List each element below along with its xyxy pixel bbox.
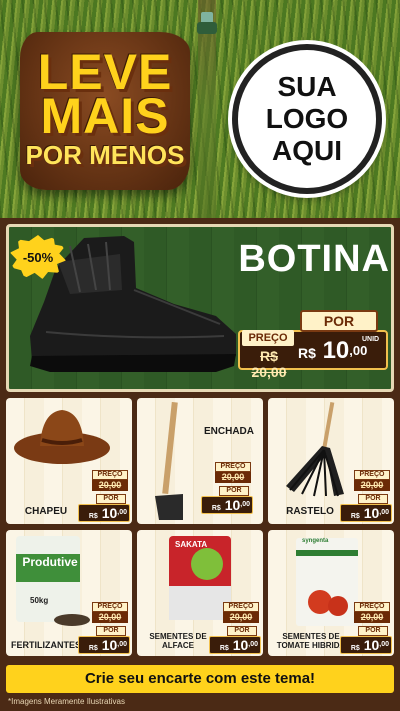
preco-label: PREÇO [223, 602, 259, 612]
cta-banner[interactable]: Crie seu encarte com este tema! [6, 665, 394, 693]
currency: R$ [88, 645, 98, 652]
product-price: PREÇO 20,00 POR R$ 10,00 [340, 470, 392, 522]
new-price: R$ 10,00 [201, 496, 253, 514]
old-price: 20,00 [92, 480, 128, 491]
featured-por-label: POR [300, 310, 378, 332]
currency: R$ [219, 645, 229, 652]
featured-price-cents: ,00 [349, 343, 368, 358]
por-label: POR [358, 494, 388, 504]
preco-label: PREÇO [354, 470, 390, 480]
new-price: R$ 10,00 [340, 636, 392, 654]
product-card-rastelo: RASTELO PREÇO 20,00 POR R$ 10,00 [268, 398, 394, 524]
price-cents: ,00 [240, 501, 250, 508]
por-label: POR [96, 626, 126, 636]
product-price: PREÇO 20,00 POR R$ 10,00 [209, 602, 261, 654]
promo-line-por-menos: POR MENOS [25, 140, 185, 170]
product-card-enchada: ENCHADA PREÇO 20,00 POR R$ 10,00 [137, 398, 263, 524]
por-label: POR [227, 626, 257, 636]
product-price: PREÇO 20,00 POR R$ 10,00 [78, 602, 130, 654]
price-cents: ,00 [117, 641, 127, 648]
disclaimer-text: *Imagens Meramente Ilustrativas [8, 697, 125, 706]
preco-label: PREÇO [92, 602, 128, 612]
product-name: ENCHADA [204, 426, 254, 437]
preco-label: PREÇO [92, 470, 128, 480]
currency: R$ [350, 513, 360, 520]
product-name: RASTELO [286, 506, 334, 517]
new-price: R$ 10,00 [78, 636, 130, 654]
new-price: R$ 10,00 [78, 504, 130, 522]
product-card-sementes-tomate: syngenta SEMENTES DE TOMATE HIBRIDA PREÇ… [268, 530, 394, 656]
old-price: 20,00 [354, 612, 390, 623]
new-price: R$ 10,00 [209, 636, 261, 654]
price-int: 10 [363, 637, 380, 653]
hoe-image [155, 402, 183, 520]
old-price: 20,00 [215, 472, 251, 483]
preco-label: PREÇO [354, 602, 390, 612]
preco-label: PREÇO [215, 462, 251, 472]
price-int: 10 [101, 505, 118, 521]
por-label: POR [358, 626, 388, 636]
hat-image [14, 410, 110, 464]
por-label: POR [219, 486, 249, 496]
old-price: 20,00 [92, 612, 128, 623]
por-label: POR [96, 494, 126, 504]
promo-headline: LEVE MAIS POR MENOS [20, 47, 190, 172]
featured-preco-label: PREÇO [242, 330, 294, 346]
lettuce-packet-brand: SAKATA [175, 540, 208, 549]
product-price: PREÇO 20,00 POR R$ 10,00 [340, 602, 392, 654]
featured-title: BOTINA [238, 238, 390, 280]
fertilizer-brand-text: Produtive [22, 555, 78, 569]
price-int: 10 [363, 505, 380, 521]
currency: R$ [211, 505, 221, 512]
product-price: PREÇO 20,00 POR R$ 10,00 [78, 470, 130, 522]
logo-placeholder: SUA LOGO AQUI [232, 44, 382, 194]
product-name: FERTILIZANTES [11, 640, 81, 650]
price-cents: ,00 [379, 641, 389, 648]
featured-unit: UNID [362, 336, 380, 343]
featured-currency: R$ [298, 345, 316, 361]
price-cents: ,00 [379, 509, 389, 516]
new-price: R$ 10,00 [340, 504, 392, 522]
currency: R$ [350, 645, 360, 652]
product-name: CHAPEU [24, 506, 68, 517]
tomato-packet-brand: syngenta [302, 538, 329, 544]
promo-line-mais: MAIS [40, 88, 170, 144]
price-int: 10 [101, 637, 118, 653]
featured-old-price: R$ 20,00 [251, 348, 287, 380]
tractor-icon [196, 10, 218, 36]
product-price: PREÇO 20,00 POR R$ 10,00 [201, 462, 253, 514]
price-int: 10 [232, 637, 249, 653]
price-cents: ,00 [248, 641, 258, 648]
product-card-fertilizantes: Produtive 50kg FERTILIZANTES PREÇO 20,00… [6, 530, 132, 656]
price-int: 10 [224, 497, 241, 513]
fertilizer-weight-text: 50kg [30, 596, 49, 605]
product-card-sementes-alface: SAKATA SEMENTES DE ALFACE PREÇO 20,00 PO… [137, 530, 263, 656]
old-price: 20,00 [223, 612, 259, 623]
logo-text: SUA LOGO AQUI [265, 71, 349, 166]
featured-price-int: 10 [322, 337, 350, 364]
price-cents: ,00 [117, 509, 127, 516]
product-card-chapeu: CHAPEU PREÇO 20,00 POR R$ 10,00 [6, 398, 132, 524]
product-name: SEMENTES DE ALFACE [149, 632, 207, 650]
currency: R$ [88, 513, 98, 520]
old-price: 20,00 [354, 480, 390, 491]
